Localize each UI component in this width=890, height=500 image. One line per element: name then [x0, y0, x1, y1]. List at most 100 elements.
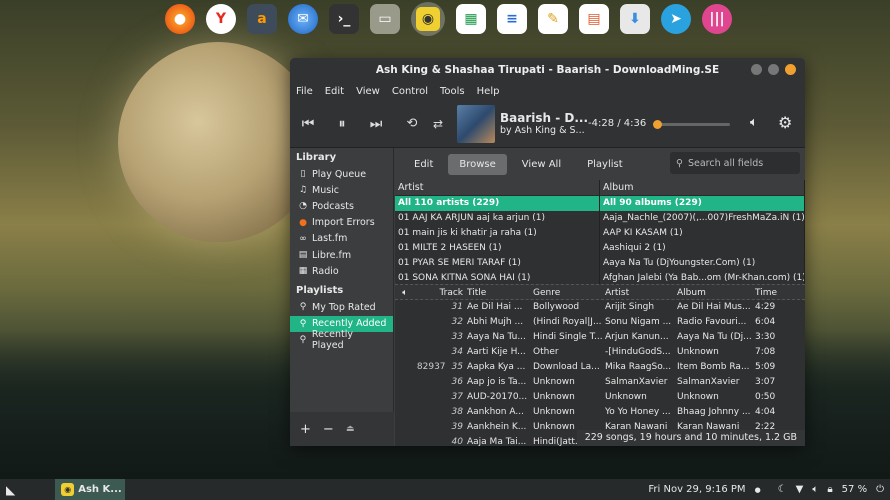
library-browser: Artist All 110 artists (229) 01 AAJ KA A…	[395, 180, 805, 286]
title-bar[interactable]: Ash King & Shashaa Tirupati - Baarish - …	[290, 58, 805, 82]
table-row[interactable]: 37 AUD-20170... Unknown Unknown Unknown 0:50	[395, 390, 805, 405]
terminal-icon[interactable]: ›_	[329, 4, 359, 34]
taskbar-app-music[interactable]: ◉ Ash K...	[55, 479, 126, 500]
tab-edit[interactable]: Edit	[403, 154, 444, 175]
presentation-icon[interactable]: ▤	[579, 4, 609, 34]
track-number: 38	[451, 407, 463, 417]
track-number: 32	[451, 317, 463, 327]
search-field[interactable]: ⚲ Search all fields	[670, 152, 800, 174]
track-number-cell: 82937 35	[415, 360, 467, 375]
track-number-cell: 37	[415, 390, 467, 405]
track-number-cell: 32	[415, 315, 467, 330]
col-title[interactable]: Title	[467, 285, 533, 299]
col-album[interactable]: Album	[677, 285, 755, 299]
pause-icon[interactable]: ⏸	[329, 116, 355, 132]
menu-help[interactable]: Help	[477, 86, 500, 97]
sidebar-item-radio[interactable]: ▦ Radio	[290, 263, 393, 279]
list-item[interactable]: Aashiqui 2 (1)	[600, 241, 804, 256]
table-row[interactable]: 33 Aaya Na Tu... Hindi Single T... Arjun Ka…	[395, 330, 805, 345]
thunderbird-icon[interactable]: ✉	[288, 4, 318, 34]
sidebar-item-lastfm[interactable]: ∞ Last.fm	[290, 231, 393, 247]
previous-track-icon[interactable]: ⏮	[295, 116, 321, 132]
list-item[interactable]: 01 main jis ki khatir ja raha (1)	[395, 226, 599, 241]
table-row[interactable]: 32 Abhi Mujh ... (Hindi Royal|J... Sonu Nig…	[395, 315, 805, 330]
list-item[interactable]: Aaya Na Tu (DjYoungster.Com) (1)	[600, 256, 804, 271]
table-row[interactable]: 31 Ae Dil Hai ... Bollywood Arijit Singh Ae …	[395, 300, 805, 315]
playlist-recently-played[interactable]: ⚲ Recently Played	[290, 329, 393, 351]
clock[interactable]: Fri Nov 29, 9:16 PM	[648, 484, 745, 495]
menu-icon[interactable]: ◣	[6, 483, 15, 497]
lock-icon[interactable]: 🔒︎	[827, 484, 832, 495]
list-item[interactable]: All 90 albums (229)	[600, 196, 804, 211]
telegram-icon[interactable]: ➤	[661, 4, 691, 34]
col-track[interactable]: Track	[415, 285, 467, 299]
col-time[interactable]: Time	[755, 285, 800, 299]
tab-playlist[interactable]: Playlist	[576, 154, 634, 175]
software-store-icon[interactable]: ⬇	[620, 4, 650, 34]
album-art[interactable]	[457, 104, 495, 143]
power-icon[interactable]: ⏻	[876, 484, 884, 495]
yandex-browser-icon[interactable]: Y	[206, 4, 236, 34]
time-cell: 0:50	[755, 392, 776, 402]
col-artist[interactable]: Artist	[605, 285, 677, 299]
list-item[interactable]: AAP KI KASAM (1)	[600, 226, 804, 241]
tab-view-all[interactable]: View All	[511, 154, 572, 175]
sidebar-item-music[interactable]: ♫ Music	[290, 182, 393, 198]
night-mode-icon[interactable]: ☾	[778, 484, 787, 495]
col-genre[interactable]: Genre	[533, 285, 605, 299]
album-column: Album All 90 albums (229) Aaja_Nachle_(2…	[600, 180, 805, 286]
amazon-icon[interactable]: a	[247, 4, 277, 34]
repeat-icon[interactable]: ⟲	[399, 116, 425, 131]
menu-tools[interactable]: Tools	[440, 86, 465, 97]
sidebar-item-import-errors[interactable]: ● Import Errors	[290, 215, 393, 231]
sidebar-item-podcasts[interactable]: ◔ Podcasts	[290, 198, 393, 214]
files-icon[interactable]: ▭	[370, 4, 400, 34]
sidebar-item-librefm[interactable]: ▤ Libre.fm	[290, 247, 393, 263]
table-row[interactable]: 82937 35 Aapka Kya ... Download La... Mika R…	[395, 360, 805, 375]
playlist-my-top-rated[interactable]: ⚲ My Top Rated	[290, 299, 393, 315]
volume-icon[interactable]: 🔈︎	[750, 115, 758, 130]
playing-column-icon[interactable]: 🔈︎	[395, 285, 415, 299]
table-row[interactable]: 36 Aap jo is Ta... Unknown SalmanXavier Salm…	[395, 375, 805, 390]
window-title: Ash King & Shashaa Tirupati - Baarish - …	[375, 64, 720, 76]
menu-edit[interactable]: Edit	[325, 86, 344, 97]
draw-icon[interactable]: ✎	[538, 4, 568, 34]
seek-slider[interactable]	[653, 120, 730, 129]
menu-file[interactable]: File	[296, 86, 313, 97]
table-row[interactable]: 34 Aarti Kije H... Other -[HinduGodS... Unkn…	[395, 345, 805, 360]
add-playlist-icon[interactable]: +	[300, 422, 311, 437]
close-button[interactable]	[785, 64, 796, 75]
list-item[interactable]: 01 PYAR SE MERI TARAF (1)	[395, 256, 599, 271]
title-cell: Aarti Kije H...	[467, 347, 526, 357]
sidebar-item-play-queue[interactable]: ▯ Play Queue	[290, 166, 393, 182]
eject-icon[interactable]: ⏏	[346, 424, 355, 434]
seek-handle[interactable]	[653, 120, 663, 129]
gear-icon[interactable]: ⚙	[778, 113, 792, 132]
title-cell: Aap jo is Ta...	[467, 377, 527, 387]
artist-cell: Yo Yo Honey ...	[605, 407, 671, 417]
shuffle-icon[interactable]: ⇄	[425, 117, 451, 131]
volume-icon[interactable]: 🔈︎	[812, 484, 818, 495]
artist-header[interactable]: Artist	[395, 180, 599, 196]
menu-view[interactable]: View	[356, 86, 380, 97]
maximize-button[interactable]	[768, 64, 779, 75]
audio-recorder-icon[interactable]: |||	[702, 4, 732, 34]
next-track-icon[interactable]: ⏭	[363, 116, 389, 132]
menu-control[interactable]: Control	[392, 86, 428, 97]
wifi-icon[interactable]: ▼	[796, 484, 804, 495]
firefox-icon[interactable]: ●	[165, 4, 195, 34]
spreadsheet-icon[interactable]: ▦	[456, 4, 486, 34]
music-player-icon[interactable]: ◉	[411, 2, 445, 36]
list-item[interactable]: All 110 artists (229)	[395, 196, 599, 211]
remove-playlist-icon[interactable]: −	[323, 422, 334, 437]
list-item[interactable]: Aaja_Nachle_(2007)(,...007)FreshMaZa.iN …	[600, 211, 804, 226]
album-header[interactable]: Album	[600, 180, 804, 196]
document-icon[interactable]: ≡	[497, 4, 527, 34]
tab-browse[interactable]: Browse	[448, 153, 507, 175]
minimize-button[interactable]	[751, 64, 762, 75]
table-row[interactable]: 38 Aankhon A... Unknown Yo Yo Honey ... Bhaa…	[395, 405, 805, 420]
list-item[interactable]: 01 MILTE 2 HASEEN (1)	[395, 241, 599, 256]
music-player-icon: ◉	[61, 483, 75, 496]
battery-percent[interactable]: 57 %	[842, 484, 867, 495]
list-item[interactable]: 01 AAJ KA ARJUN aaj ka arjun (1)	[395, 211, 599, 226]
